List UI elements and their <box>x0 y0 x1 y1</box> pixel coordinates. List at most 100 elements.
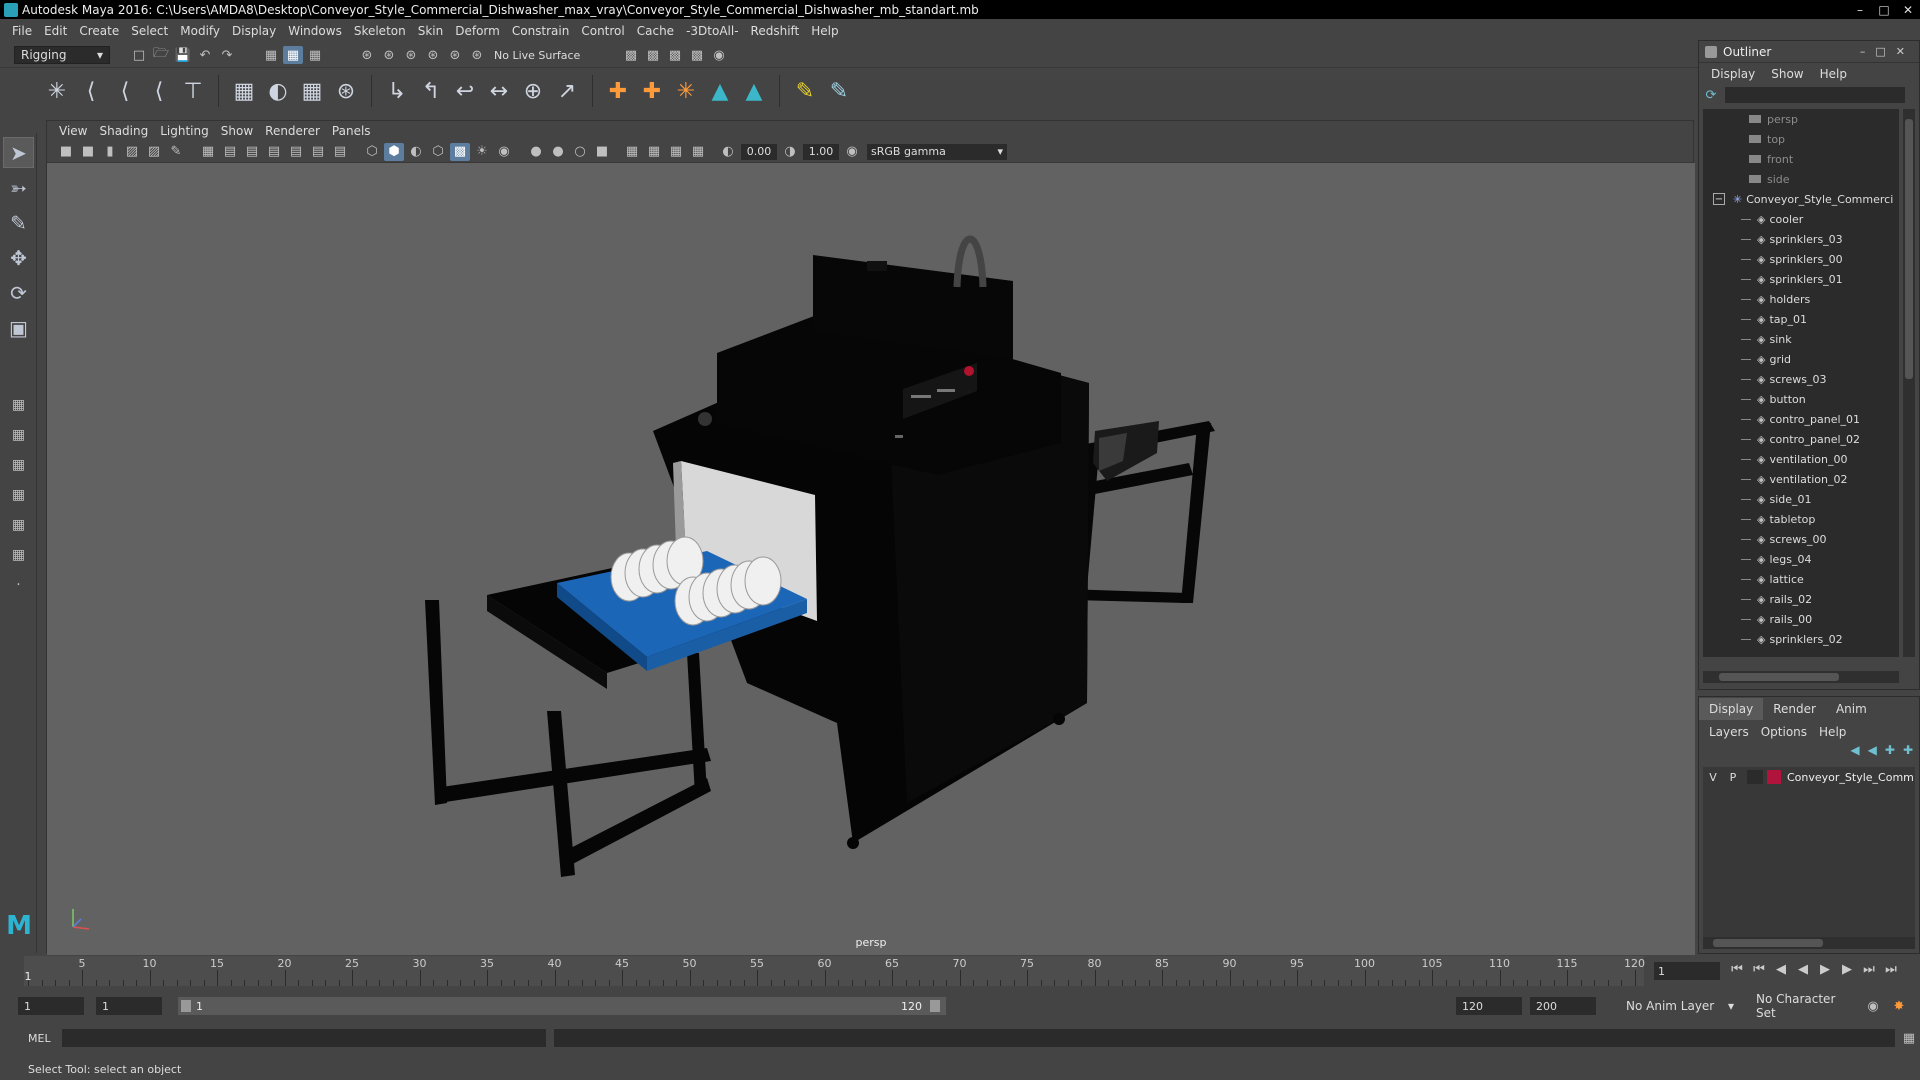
outliner-window-controls[interactable]: –□✕ <box>1860 45 1915 58</box>
bind-skin-icon[interactable]: ▦ <box>227 74 261 108</box>
range-end-handle[interactable] <box>930 1000 940 1012</box>
hypershade-layout-icon[interactable]: ▦ <box>3 543 34 567</box>
timeline-ruler[interactable]: 5 10 15 20 25 30 35 40 45 50 55 60 65 70 75 80 85 90 95 100… <box>24 956 1645 986</box>
scene-end-field[interactable]: 200 <box>1530 997 1596 1015</box>
layer-menu-layers[interactable]: Layers <box>1703 725 1755 739</box>
use-all-lights-icon[interactable]: ☀ <box>472 143 492 161</box>
outliner-item[interactable]: ◈ sprinklers_02 <box>1703 629 1899 649</box>
menu-modify[interactable]: Modify <box>174 24 226 38</box>
default-lighting-icon[interactable]: ◐ <box>406 143 426 161</box>
anim-layer-dropdown[interactable]: No Anim Layer ▾ <box>1620 997 1740 1015</box>
layer-display-type[interactable] <box>1747 770 1763 784</box>
menu-3dtoall[interactable]: -3DtoAll- <box>680 24 744 38</box>
snap-magnet-icon[interactable]: ⊛ <box>467 46 487 64</box>
outliner-item-root[interactable]: − ✳ Conveyor_Style_Commerci <box>1703 189 1899 209</box>
character-set-dropdown[interactable]: No Character Set <box>1750 992 1860 1020</box>
outliner-item[interactable]: ◈ sprinklers_03 <box>1703 229 1899 249</box>
image-plane-icon[interactable]: ▨ <box>122 143 142 161</box>
outliner-item-top[interactable]: top <box>1703 129 1899 149</box>
insert-joint-icon[interactable]: ⟨ <box>142 74 176 108</box>
panel-menu-shading[interactable]: Shading <box>93 124 154 138</box>
field-chart-icon[interactable]: ▤ <box>286 143 306 161</box>
new-layer-icon[interactable]: ✚ <box>1885 743 1895 765</box>
select-component-icon[interactable]: ▦ <box>305 46 325 64</box>
locator-icon[interactable]: ✚ <box>601 74 635 108</box>
move-layer-down-icon[interactable]: ◀ <box>1868 743 1877 765</box>
maya-mesh-icon[interactable]: ▲ <box>703 74 737 108</box>
persp-graph-layout-icon[interactable]: ▦ <box>3 513 34 537</box>
grease-pencil-icon[interactable]: ✎ <box>166 143 186 161</box>
tab-anim[interactable]: Anim <box>1826 698 1877 720</box>
textured-icon[interactable]: ▩ <box>450 142 470 161</box>
gate-mask-icon[interactable]: ▤ <box>264 143 284 161</box>
anti-aliasing-icon[interactable]: ○ <box>570 143 590 161</box>
more-layouts-icon[interactable]: · <box>3 573 34 597</box>
render-settings-icon[interactable]: ▩ <box>621 46 641 64</box>
tab-render[interactable]: Render <box>1763 698 1826 720</box>
auto-key-icon[interactable]: ◉ <box>1863 997 1883 1015</box>
layer-color-swatch[interactable] <box>1767 770 1781 784</box>
xray-icon[interactable]: ▦ <box>644 143 664 161</box>
paint-weights-icon[interactable]: ✎ <box>788 74 822 108</box>
outliner-item[interactable]: ◈ cooler <box>1703 209 1899 229</box>
refresh-icon[interactable]: ⟳ <box>1704 86 1718 104</box>
outliner-menu-help[interactable]: Help <box>1812 67 1855 81</box>
menu-constrain[interactable]: Constrain <box>506 24 576 38</box>
isolate-select-icon[interactable]: ▦ <box>622 143 642 161</box>
grid-toggle-icon[interactable]: ▦ <box>198 143 218 161</box>
script-editor-icon[interactable]: ▦ <box>1899 1029 1919 1047</box>
outliner-item[interactable]: ◈ screws_03 <box>1703 369 1899 389</box>
aim-constraint-icon[interactable]: ↰ <box>414 74 448 108</box>
layer-playback-toggle[interactable]: P <box>1723 771 1743 784</box>
outliner-item[interactable]: ◈ contro_panel_02 <box>1703 429 1899 449</box>
ik-spline-icon[interactable]: ⟨ <box>108 74 142 108</box>
outliner-item[interactable]: ◈ tap_01 <box>1703 309 1899 329</box>
outliner-horizontal-scrollbar[interactable] <box>1703 671 1899 683</box>
depth-of-field-icon[interactable]: ■ <box>592 143 612 161</box>
brush-icon[interactable]: ✎ <box>822 74 856 108</box>
preferences-icon[interactable]: ✸ <box>1889 997 1909 1015</box>
outliner-search-input[interactable] <box>1725 87 1905 103</box>
safe-title-icon[interactable]: ▤ <box>330 143 350 161</box>
parent-constraint-icon[interactable]: ⊕ <box>516 74 550 108</box>
snap-grid-icon[interactable]: ⊛ <box>357 46 377 64</box>
ipr-render-icon[interactable]: ▩ <box>665 46 685 64</box>
outliner-item-persp[interactable]: persp <box>1703 109 1899 129</box>
undo-icon[interactable]: ↶ <box>195 46 215 64</box>
command-input[interactable] <box>61 1029 546 1047</box>
menu-file[interactable]: File <box>6 24 38 38</box>
outliner-menu-show[interactable]: Show <box>1763 67 1811 81</box>
mirror-joint-icon[interactable]: ⊤ <box>176 74 210 108</box>
maximize-icon[interactable]: □ <box>1872 0 1896 19</box>
outliner-item[interactable]: ◈ button <box>1703 389 1899 409</box>
camera-attributes-icon[interactable]: ■ <box>78 143 98 161</box>
xray-joints-icon[interactable]: ▦ <box>666 143 686 161</box>
render-frame-icon[interactable]: ▩ <box>643 46 663 64</box>
persp-outliner-layout-icon[interactable]: ▦ <box>3 483 34 507</box>
range-bar[interactable]: 1 120 <box>178 997 946 1015</box>
menu-display[interactable]: Display <box>226 24 282 38</box>
collapse-icon[interactable]: − <box>1713 193 1725 205</box>
menu-control[interactable]: Control <box>575 24 630 38</box>
outliner-item[interactable]: ◈ holders <box>1703 289 1899 309</box>
shadows-icon[interactable]: ◉ <box>494 143 514 161</box>
menu-deform[interactable]: Deform <box>449 24 506 38</box>
play-forwards-icon[interactable]: ▶ <box>1814 962 1836 977</box>
four-pane-layout-icon[interactable]: ▦ <box>3 423 34 447</box>
close-icon[interactable]: ✕ <box>1896 0 1920 19</box>
new-layer-selected-icon[interactable]: ✚ <box>1903 743 1913 765</box>
safe-action-icon[interactable]: ▤ <box>308 143 328 161</box>
motion-blur-icon[interactable]: ● <box>548 143 568 161</box>
exposure-field[interactable]: 0.00 <box>741 143 777 160</box>
outliner-item[interactable]: ◈ legs_04 <box>1703 549 1899 569</box>
tab-display[interactable]: Display <box>1699 698 1764 720</box>
snap-view-icon[interactable]: ⊛ <box>423 46 443 64</box>
move-tool-icon[interactable]: ✥ <box>3 242 34 273</box>
redo-icon[interactable]: ↷ <box>217 46 237 64</box>
bookmark-icon[interactable]: ▮ <box>100 143 120 161</box>
panel-menu-view[interactable]: View <box>53 124 93 138</box>
paint-select-icon[interactable]: ✎ <box>3 207 34 238</box>
outliner-item[interactable]: ◈ sprinklers_00 <box>1703 249 1899 269</box>
menu-help[interactable]: Help <box>805 24 844 38</box>
gamma-field[interactable]: 1.00 <box>803 143 839 160</box>
